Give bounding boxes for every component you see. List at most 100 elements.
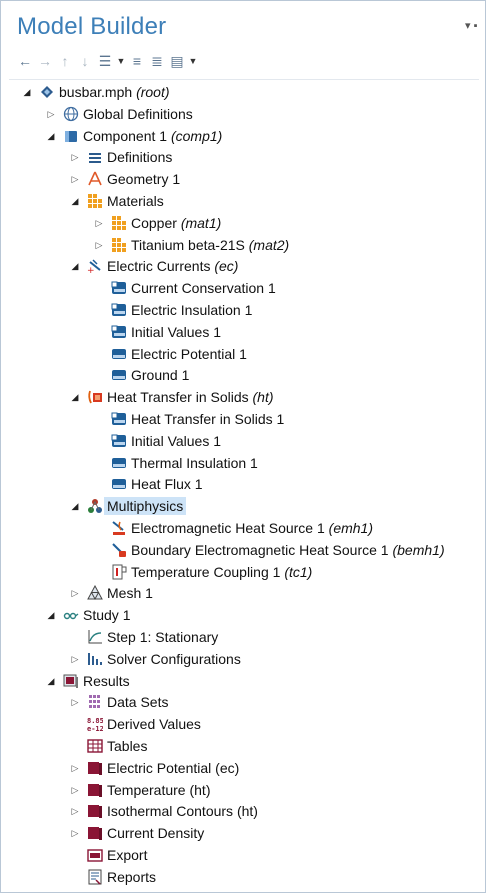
collapse-arrow-icon[interactable]: ◢ [45,608,57,622]
expand-arrow-icon[interactable]: ▷ [69,761,81,775]
tree-item-tag: (emh1) [328,520,374,536]
tree-item-name: Electric Currents [107,258,211,275]
tree-item[interactable]: Boundary Electromagnetic Heat Source 1 (… [1,539,485,561]
tree-item[interactable]: ◢ busbar.mph (root) [1,81,485,103]
expand-arrow-icon[interactable]: ▷ [69,695,81,709]
tree-item[interactable]: ▷ Solver Configurations [1,648,485,670]
tree-item[interactable]: Electric Potential 1 [1,343,485,365]
expand-arrow-icon[interactable]: ▷ [69,783,81,797]
collapse-arrow-icon[interactable]: ◢ [45,129,57,143]
tree-item[interactable]: Initial Values 1 [1,430,485,452]
collapse-arrow-icon[interactable]: ◢ [69,259,81,273]
tree-item[interactable]: ▷ Copper (mat1) [1,212,485,234]
tree-item-label: Isothermal Contours (ht) [107,802,258,820]
tree-item-label: Thermal Insulation 1 [131,454,258,472]
physics-domain-icon [111,411,127,427]
collapse-arrow-icon[interactable]: ◢ [69,499,81,513]
tree-item-name: Current Conservation 1 [131,280,276,297]
expand-arrow-icon[interactable]: ▷ [69,172,81,186]
tree-item[interactable]: Heat Flux 1 [1,473,485,495]
tree-item[interactable]: ▷ Mesh 1 [1,582,485,604]
show-icon[interactable]: ☰ [95,53,115,70]
tree-item-tag: (ht) [252,389,274,406]
expand-arrow-icon[interactable]: ▷ [69,804,81,818]
arrow-down-icon[interactable]: ↓ [75,53,95,69]
tree-item-label: Reports [107,868,156,886]
tree-item[interactable]: ◢ Heat Transfer in Solids (ht) [1,386,485,408]
tree-item-name: Boundary Electromagnetic Heat Source 1 [131,541,389,558]
tree-item[interactable]: ▷ Current Density [1,822,485,844]
tree-item[interactable]: Ground 1 [1,364,485,386]
tree-item[interactable]: ▷ Data Sets [1,691,485,713]
panel-menu-icon[interactable]: ▾ ▪ [465,19,477,32]
expand-arrow-icon[interactable]: ▷ [93,216,105,230]
expand-arrow-icon[interactable]: ▷ [69,150,81,164]
tree-item[interactable]: Current Conservation 1 [1,277,485,299]
tree-item[interactable]: ◢ + Electric Currents (ec) [1,255,485,277]
expand-arrow-icon[interactable]: ▷ [69,652,81,666]
tree-item[interactable]: Electric Insulation 1 [1,299,485,321]
export-icon [87,847,103,863]
tree-item-name: Electric Potential (ec) [107,759,240,776]
tree-item-name: Global Definitions [83,105,193,122]
arrow-left-icon[interactable]: ← [15,53,35,69]
expand-sections-icon[interactable]: ≡ [127,53,147,69]
physics-boundary-icon [111,346,127,362]
tree-item-label: Study 1 [83,606,130,624]
study-icon [63,607,79,623]
collapse-arrow-icon[interactable]: ◢ [21,85,33,99]
tree-item[interactable]: ◢ Materials [1,190,485,212]
tree-item[interactable]: ◢ Component 1 (comp1) [1,125,485,147]
tree-item[interactable]: ◢ Study 1 [1,604,485,626]
heat-transfer-icon [87,389,103,405]
toolbar-divider [9,79,479,80]
expand-arrow-icon[interactable]: ▷ [69,826,81,840]
tree-item[interactable]: ▷ Definitions [1,146,485,168]
tree-item-label: Initial Values 1 [131,323,221,341]
tree-item-name: Results [83,672,130,689]
tree-item-label: Heat Transfer in Solids (ht) [107,388,274,406]
tree-item-name: Materials [107,193,164,209]
collapse-arrow-icon[interactable]: ◢ [69,390,81,404]
tree-item[interactable]: Tables [1,735,485,757]
tree-item[interactable]: Heat Transfer in Solids 1 [1,408,485,430]
expand-arrow-icon[interactable]: ▷ [93,238,105,252]
tree-item-label: Global Definitions [83,105,193,123]
tree-item[interactable]: Temperature Coupling 1 (tc1) [1,561,485,583]
tree-item-tag: (bemh1) [392,541,445,558]
expand-arrow-icon[interactable]: ▷ [69,586,81,600]
tree-item[interactable]: ▷ Geometry 1 [1,168,485,190]
chevron-down-icon[interactable]: ▼ [115,56,127,66]
tree-item-name: Initial Values 1 [131,323,222,340]
tree-item[interactable]: Export [1,844,485,866]
tree-item[interactable]: ◢ Multiphysics [1,495,485,517]
tree-item[interactable]: Thermal Insulation 1 [1,452,485,474]
tree-item-name: Electromagnetic Heat Source 1 [131,520,325,536]
tree-item[interactable]: Initial Values 1 [1,321,485,343]
tree-item-tag: (tc1) [284,563,313,580]
tree-item[interactable]: ▷ Isothermal Contours (ht) [1,800,485,822]
tree-item-name: Temperature (ht) [107,781,211,798]
tree-item[interactable]: Reports [1,866,485,888]
tree-item[interactable]: ▷ Temperature (ht) [1,779,485,801]
solver-config-icon [87,651,103,667]
tree-item[interactable]: ◢ Results [1,670,485,692]
tree-item[interactable]: 8.85 e-12 Derived Values [1,713,485,735]
list-icon[interactable]: ▤ [167,53,187,70]
arrow-up-icon[interactable]: ↑ [55,53,75,69]
collapse-arrow-icon[interactable]: ◢ [45,674,57,688]
collapse-sections-icon[interactable]: ≣ [147,53,167,70]
arrow-right-icon[interactable]: → [35,53,55,69]
tree-item[interactable]: Electromagnetic Heat Source 1 (emh1) [1,517,485,539]
tree-item-label: busbar.mph (root) [59,83,170,101]
tree-item[interactable]: ▷ Global Definitions [1,103,485,125]
tree-item[interactable]: ▷ Titanium beta-21S (mat2) [1,234,485,256]
collapse-arrow-icon[interactable]: ◢ [69,194,81,208]
tree-item[interactable]: ▷ Electric Potential (ec) [1,757,485,779]
tree-item[interactable]: Step 1: Stationary [1,626,485,648]
tree-item-label: Boundary Electromagnetic Heat Source 1 (… [131,541,445,559]
temperature-coupling-icon [111,564,127,580]
chevron-down-icon[interactable]: ▼ [187,56,199,66]
tree-item-name: busbar.mph [59,84,133,100]
expand-arrow-icon[interactable]: ▷ [45,107,57,121]
